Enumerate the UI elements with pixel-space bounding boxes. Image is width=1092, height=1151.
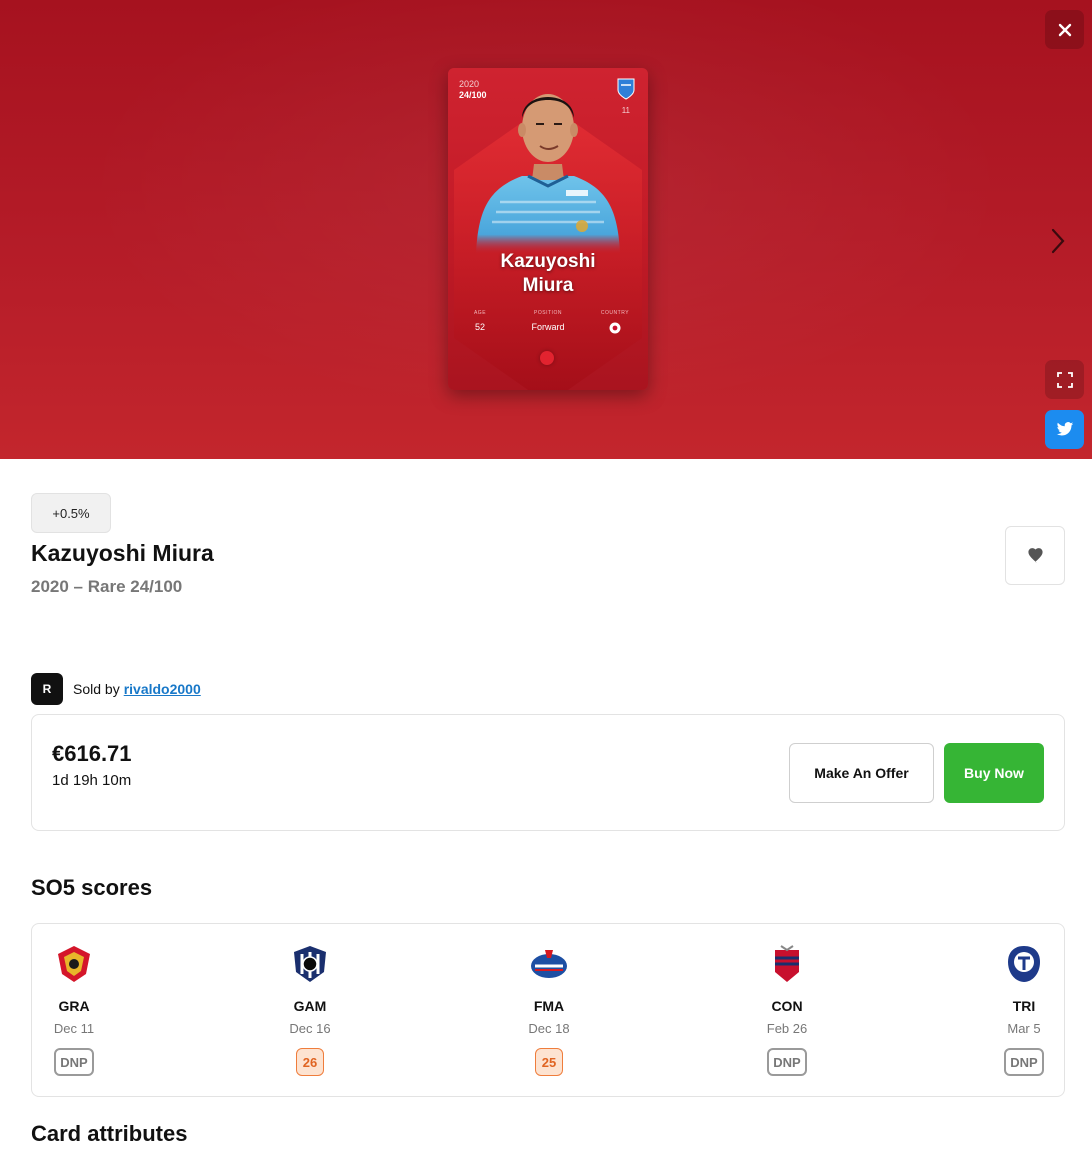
match-date: Dec 11 <box>53 1021 95 1036</box>
fma-crest-icon <box>531 950 567 978</box>
match-date: Mar 5 <box>1007 1021 1041 1036</box>
price-trend-badge: +0.5% <box>31 493 111 533</box>
age-value: 52 <box>474 322 485 332</box>
sold-by-label: Sold by <box>73 681 120 697</box>
fullscreen-button[interactable] <box>1045 360 1084 399</box>
seller-username-link[interactable]: rivaldo2000 <box>124 681 201 697</box>
team-code: GRA <box>58 998 90 1014</box>
card-stat-position: POSITION Forward <box>520 310 576 332</box>
score-item[interactable]: TRI Mar 5 DNP <box>984 924 1064 1096</box>
player-card[interactable]: 2020 24/100 11 Kazuyoshi Miura AGE 52 PO… <box>448 68 648 390</box>
listing-panel: €616.71 1d 19h 10m Make An Offer Buy Now <box>31 714 1065 831</box>
chevron-right-icon <box>1051 228 1065 254</box>
expand-icon <box>1056 371 1073 388</box>
favorite-button[interactable] <box>1005 526 1065 585</box>
score-badge: DNP <box>54 1048 94 1076</box>
team-code: FMA <box>533 998 565 1014</box>
country-flag-icon <box>598 322 632 336</box>
time-left: 1d 19h 10m <box>52 772 132 789</box>
so5-scores-heading: SO5 scores <box>31 875 153 900</box>
match-date: Dec 18 <box>528 1021 570 1036</box>
card-stat-country: COUNTRY <box>598 310 632 336</box>
match-date: Feb 26 <box>766 1021 808 1036</box>
score-badge: DNP <box>767 1048 807 1076</box>
close-icon <box>1058 23 1071 36</box>
next-card-button[interactable] <box>1042 222 1074 260</box>
card-stat-age: AGE 52 <box>472 310 488 332</box>
match-date: Dec 16 <box>289 1021 331 1036</box>
score-item[interactable]: CON Feb 26 DNP <box>747 924 827 1096</box>
page-title: Kazuyoshi Miura <box>31 540 214 566</box>
seller-row: R Sold by rivaldo2000 <box>31 673 201 705</box>
card-edition-subtitle: 2020 – Rare 24/100 <box>31 577 183 596</box>
twitter-share-button[interactable] <box>1045 410 1084 449</box>
card-player-name: Kazuyoshi Miura <box>448 250 648 298</box>
score-badge: DNP <box>1004 1048 1044 1076</box>
close-button[interactable] <box>1045 10 1084 49</box>
score-badge: 26 <box>296 1048 324 1076</box>
score-badge: 25 <box>535 1048 563 1076</box>
seller-avatar[interactable]: R <box>31 673 63 705</box>
tri-crest-icon <box>1008 946 1040 982</box>
score-item[interactable]: GRA Dec 11 DNP <box>34 924 114 1096</box>
con-crest-icon <box>775 945 799 982</box>
twitter-icon <box>1056 422 1073 436</box>
score-item[interactable]: FMA Dec 18 25 <box>509 924 589 1096</box>
card-stats: AGE 52 POSITION Forward COUNTRY <box>448 310 648 340</box>
card-name-first: Kazuyoshi <box>500 251 596 272</box>
heart-icon <box>1027 548 1043 563</box>
score-item[interactable]: GAM Dec 16 26 <box>270 924 350 1096</box>
card-hero: 2020 24/100 11 Kazuyoshi Miura AGE 52 PO… <box>0 0 1092 459</box>
position-label: POSITION <box>534 310 562 316</box>
price: €616.71 <box>52 741 132 766</box>
gam-crest-icon <box>294 946 326 982</box>
make-offer-button[interactable]: Make An Offer <box>789 743 934 803</box>
so5-scores-panel: GRA Dec 11 DNP GAM Dec 16 26 FMA Dec 18 … <box>31 923 1065 1097</box>
team-code: TRI <box>1012 998 1036 1014</box>
position-value: Forward <box>531 322 565 332</box>
card-ball-icon <box>540 351 554 365</box>
buy-now-button[interactable]: Buy Now <box>944 743 1044 803</box>
team-code: CON <box>771 998 803 1014</box>
card-name-last: Miura <box>522 275 574 296</box>
age-label: AGE <box>473 310 487 316</box>
team-code: GAM <box>293 998 327 1014</box>
country-label: COUNTRY <box>600 310 630 316</box>
player-photo <box>476 94 620 254</box>
card-attributes-heading: Card attributes <box>31 1121 188 1146</box>
gra-crest-icon <box>58 946 90 982</box>
